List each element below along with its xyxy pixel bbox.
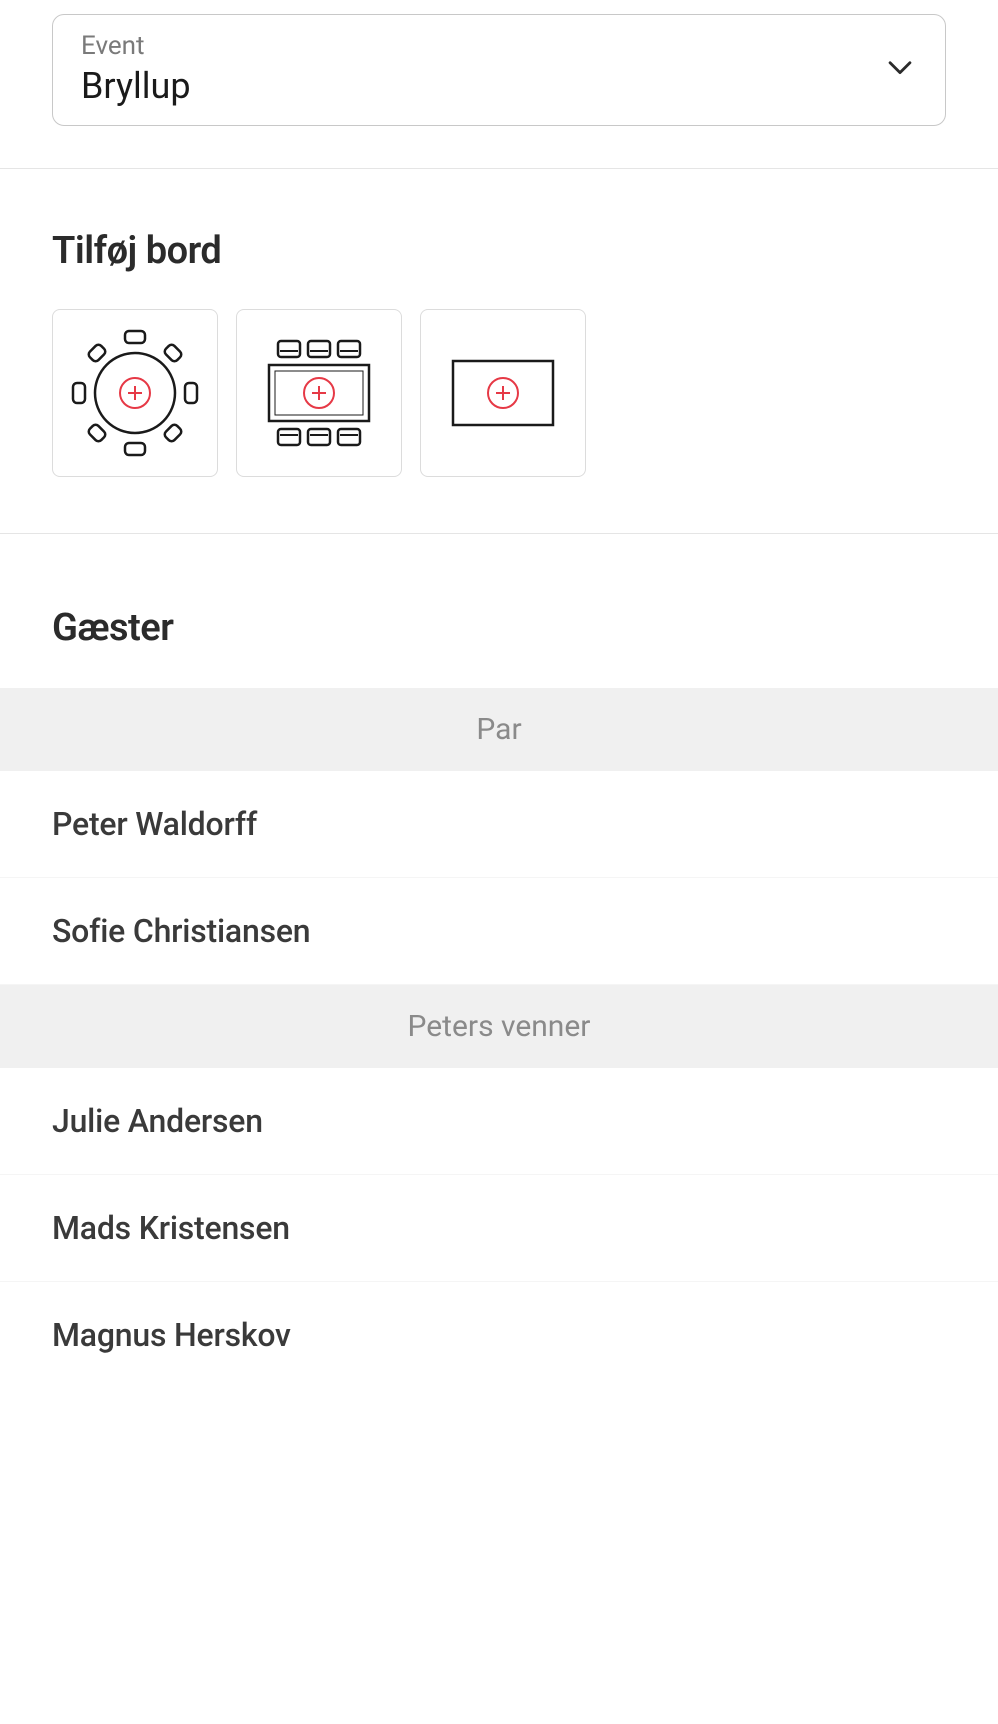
chevron-down-icon [883,50,917,88]
rect-table-chairs-icon [255,329,383,457]
guest-item[interactable]: Magnus Herskov [0,1282,998,1388]
table-options [52,309,946,477]
guest-item[interactable]: Mads Kristensen [0,1175,998,1282]
add-rect-chairs-table-button[interactable] [236,309,402,477]
add-round-table-button[interactable] [52,309,218,477]
add-rect-plain-table-button[interactable] [420,309,586,477]
guest-group-header: Par [0,688,998,771]
event-selector-value: Bryllup [81,65,191,107]
event-selector[interactable]: Event Bryllup [52,14,946,126]
guest-item[interactable]: Julie Andersen [0,1068,998,1175]
guests-title: Gæster [0,606,998,650]
guest-item[interactable]: Sofie Christiansen [0,878,998,985]
guest-item[interactable]: Peter Waldorff [0,771,998,878]
event-selector-label: Event [81,31,191,61]
round-table-icon [71,329,199,457]
guest-group-header: Peters venner [0,985,998,1068]
rect-table-plain-icon [439,329,567,457]
add-table-title: Tilføj bord [52,229,946,273]
